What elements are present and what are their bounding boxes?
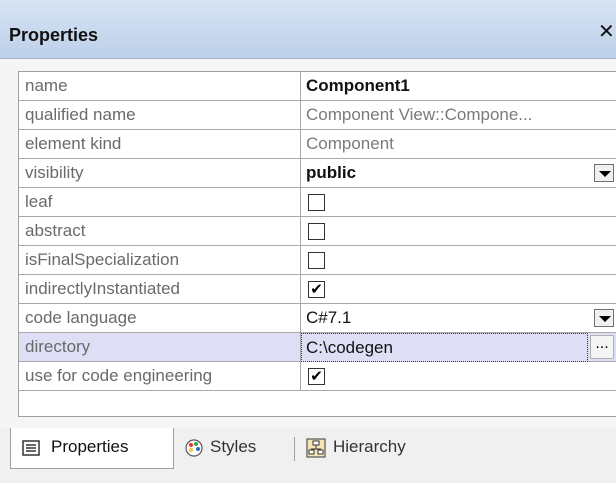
name-value[interactable]: Component1 xyxy=(301,72,616,101)
property-label: qualified name xyxy=(19,101,301,130)
panel-title: Properties xyxy=(9,25,99,45)
tab-bar: Properties Styles Hierarchy xyxy=(0,428,616,483)
close-icon[interactable]: ✕ xyxy=(598,22,615,42)
property-row-indirectly-instantiated[interactable]: indirectlyInstantiated ✔ xyxy=(19,275,616,304)
property-row-directory[interactable]: directory C:\codegen ... xyxy=(19,333,616,362)
hierarchy-icon xyxy=(306,438,326,458)
property-label: directory xyxy=(19,333,301,362)
property-row-code-language[interactable]: code language C#7.1 xyxy=(19,304,616,333)
leaf-value xyxy=(301,188,616,217)
directory-input[interactable]: C:\codegen xyxy=(301,333,588,362)
property-row-is-final-specialization[interactable]: isFinalSpecialization xyxy=(19,246,616,275)
panel-titlebar: Properties ✕ xyxy=(0,0,616,59)
property-label: indirectlyInstantiated xyxy=(19,275,301,304)
indirectly-instantiated-checkbox[interactable]: ✔ xyxy=(308,281,325,298)
tab-properties-label: Properties xyxy=(51,437,129,456)
property-row-leaf[interactable]: leaf xyxy=(19,188,616,217)
tab-separator xyxy=(294,437,295,461)
properties-icon xyxy=(22,440,40,456)
indirectly-instantiated-value: ✔ xyxy=(301,275,616,304)
property-grid: name Component1 qualified name Component… xyxy=(18,71,616,417)
property-label: element kind xyxy=(19,130,301,159)
is-final-specialization-value xyxy=(301,246,616,275)
property-label: name xyxy=(19,72,301,101)
code-language-value[interactable]: C#7.1 xyxy=(301,304,616,333)
property-row-visibility[interactable]: visibility public xyxy=(19,159,616,188)
code-language-dropdown-button[interactable] xyxy=(594,309,614,327)
property-row-use-for-code-engineering[interactable]: use for code engineering ✔ xyxy=(19,362,616,391)
abstract-checkbox[interactable] xyxy=(308,223,325,240)
code-language-selected: C#7.1 xyxy=(306,308,352,327)
is-final-specialization-checkbox[interactable] xyxy=(308,252,325,269)
property-label: isFinalSpecialization xyxy=(19,246,301,275)
properties-area: name Component1 qualified name Component… xyxy=(0,59,616,428)
visibility-selected: public xyxy=(306,163,357,182)
directory-value: C:\codegen ... xyxy=(301,333,616,362)
element-kind-value: Component xyxy=(306,134,394,153)
browse-directory-button[interactable]: ... xyxy=(590,335,614,359)
property-row-abstract[interactable]: abstract xyxy=(19,217,616,246)
tab-hierarchy-label: Hierarchy xyxy=(333,437,406,456)
qualified-name-value: Component View::Compone... xyxy=(306,105,533,124)
property-row-name[interactable]: name Component1 xyxy=(19,72,616,101)
use-for-code-engineering-value: ✔ xyxy=(301,362,616,391)
property-label: code language xyxy=(19,304,301,333)
property-row-qualified-name[interactable]: qualified name Component View::Compone..… xyxy=(19,101,616,130)
property-label: abstract xyxy=(19,217,301,246)
leaf-checkbox[interactable] xyxy=(308,194,325,211)
use-for-code-engineering-checkbox[interactable]: ✔ xyxy=(308,368,325,385)
tab-hierarchy[interactable]: Hierarchy xyxy=(306,428,446,469)
tab-styles-label: Styles xyxy=(210,437,257,456)
tab-styles[interactable]: Styles xyxy=(185,428,285,469)
abstract-value xyxy=(301,217,616,246)
visibility-value[interactable]: public xyxy=(301,159,616,188)
palette-icon xyxy=(185,439,203,457)
tab-properties[interactable]: Properties xyxy=(10,428,174,469)
visibility-dropdown-button[interactable] xyxy=(594,164,614,182)
property-label: visibility xyxy=(19,159,301,188)
property-label: use for code engineering xyxy=(19,362,301,391)
property-row-element-kind[interactable]: element kind Component xyxy=(19,130,616,159)
property-label: leaf xyxy=(19,188,301,217)
